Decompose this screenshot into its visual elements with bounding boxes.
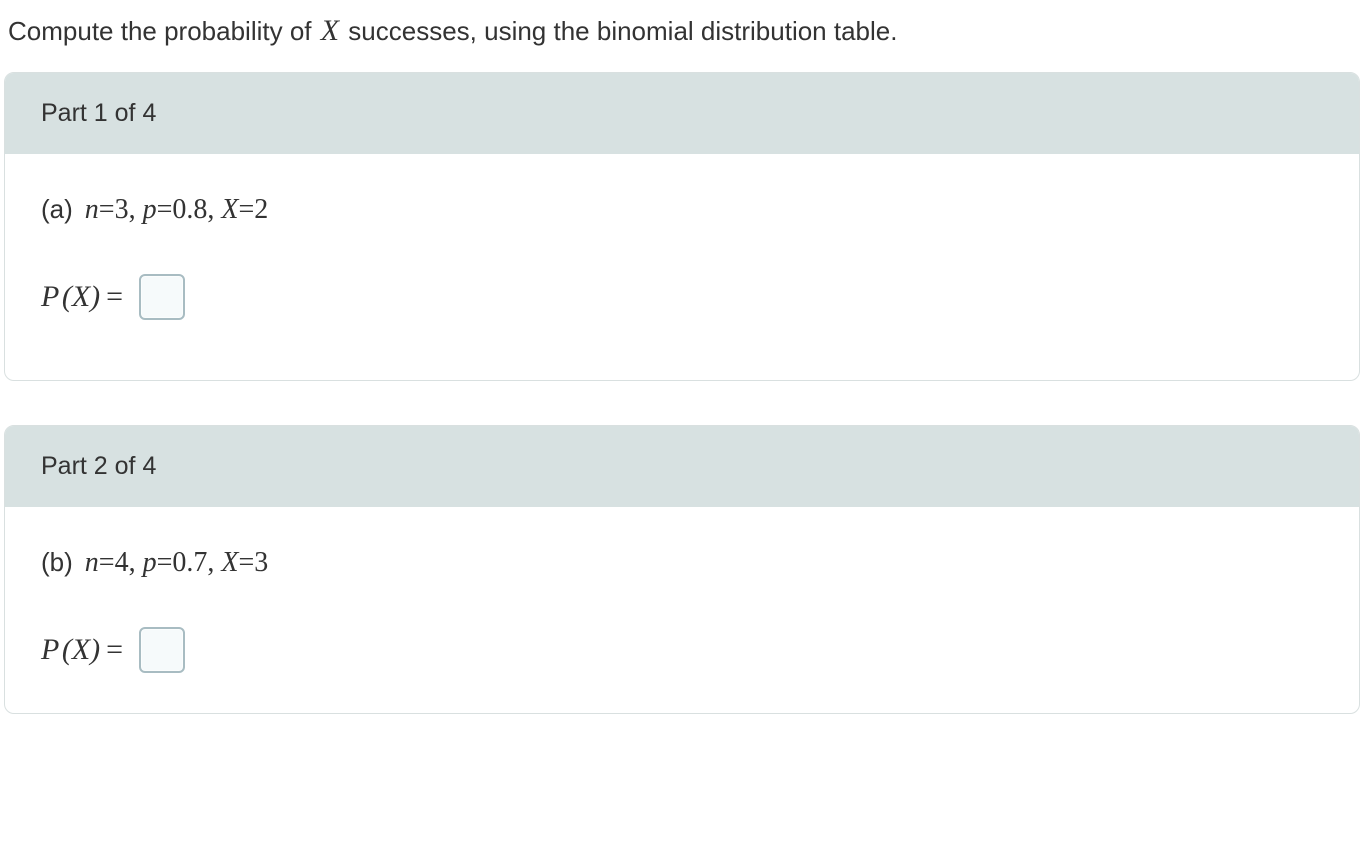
instruction-after: successes, using the binomial distributi… (341, 16, 897, 46)
part-header: Part 2 of 4 (5, 426, 1359, 507)
part-body: (b) n=4, p=0.7, X=3 P (X)= (5, 507, 1359, 713)
problem-statement: (b) n=4, p=0.7, X=3 (41, 547, 1323, 579)
answer-line: P (X)= (41, 274, 1323, 320)
instruction-before: Compute the probability of (8, 16, 319, 46)
part-card: Part 1 of 4 (a) n=3, p=0.8, X=2 P (X)= (4, 72, 1360, 381)
instruction-var: X (319, 14, 341, 47)
answer-input[interactable] (139, 627, 185, 673)
part-header: Part 1 of 4 (5, 73, 1359, 154)
answer-input[interactable] (139, 274, 185, 320)
answer-prefix: P (X)= (41, 633, 129, 667)
problem-label: (a) (41, 194, 73, 225)
problem-params: n=3, p=0.8, X=2 (85, 194, 269, 226)
part-card: Part 2 of 4 (b) n=4, p=0.7, X=3 P (X)= (4, 425, 1360, 714)
problem-label: (b) (41, 547, 73, 578)
part-body: (a) n=3, p=0.8, X=2 P (X)= (5, 154, 1359, 380)
answer-prefix: P (X)= (41, 280, 129, 314)
answer-line: P (X)= (41, 627, 1323, 673)
instruction-text: Compute the probability of X successes, … (0, 0, 1364, 72)
problem-statement: (a) n=3, p=0.8, X=2 (41, 194, 1323, 226)
problem-params: n=4, p=0.7, X=3 (85, 547, 269, 579)
